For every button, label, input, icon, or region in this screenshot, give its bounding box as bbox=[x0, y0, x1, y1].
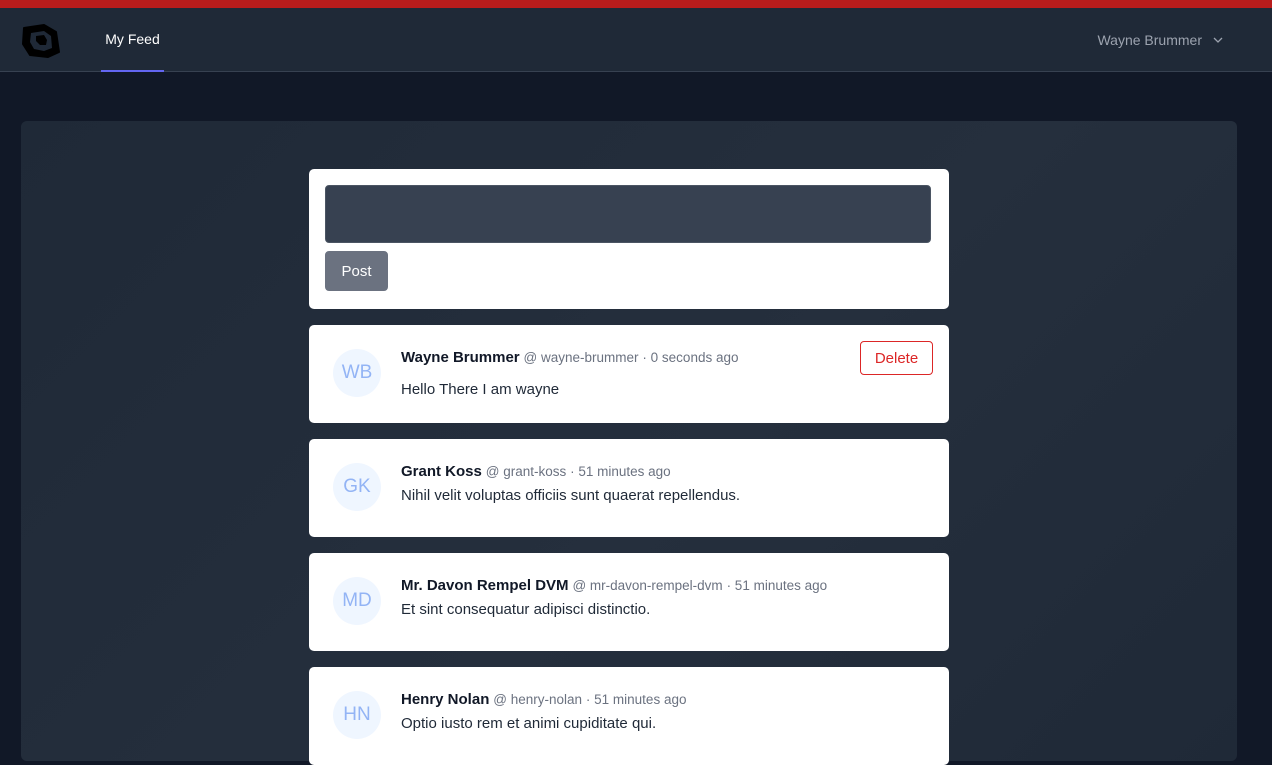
post-author[interactable]: Wayne Brummer bbox=[401, 349, 520, 366]
post-body: Hello There I am wayne bbox=[401, 381, 560, 398]
post-timestamp: · 51 minutes ago bbox=[726, 578, 828, 593]
user-menu[interactable]: Wayne Brummer bbox=[1097, 8, 1224, 72]
post-button[interactable]: Post bbox=[325, 251, 388, 291]
avatar[interactable]: HN bbox=[333, 691, 381, 739]
post-input[interactable] bbox=[325, 185, 931, 243]
post-author[interactable]: Henry Nolan bbox=[401, 691, 489, 708]
post-handle: @ henry-nolan bbox=[493, 692, 583, 707]
chevron-down-icon bbox=[1213, 37, 1223, 43]
post-composer: Post bbox=[309, 169, 949, 309]
tab-my-feed[interactable]: My Feed bbox=[101, 8, 164, 72]
post-timestamp: · 51 minutes ago bbox=[585, 692, 687, 707]
feed-post: HN Henry Nolan @ henry-nolan · 51 minute… bbox=[309, 667, 949, 765]
app-logo-icon[interactable] bbox=[20, 22, 62, 60]
post-body: Optio iusto rem et animi cupiditate qui. bbox=[401, 715, 657, 732]
post-handle: @ grant-koss bbox=[485, 464, 567, 479]
navbar: My Feed Wayne Brummer bbox=[0, 8, 1272, 72]
post-handle: @ wayne-brummer bbox=[523, 350, 639, 365]
post-body: Nihil velit voluptas officiis sunt quaer… bbox=[401, 487, 741, 504]
post-header: Henry Nolan @ henry-nolan · 51 minutes a… bbox=[401, 691, 686, 708]
post-header: Wayne Brummer @ wayne-brummer · 0 second… bbox=[401, 349, 738, 366]
post-handle: @ mr-davon-rempel-dvm bbox=[572, 578, 723, 593]
avatar[interactable]: WB bbox=[333, 349, 381, 397]
post-timestamp: · 0 seconds ago bbox=[642, 350, 739, 365]
avatar[interactable]: GK bbox=[333, 463, 381, 511]
post-header: Grant Koss @ grant-koss · 51 minutes ago bbox=[401, 463, 671, 480]
top-accent-strip bbox=[0, 0, 1272, 8]
post-author[interactable]: Mr. Davon Rempel DVM bbox=[401, 577, 569, 594]
feed-post: WB Wayne Brummer @ wayne-brummer · 0 sec… bbox=[309, 325, 949, 423]
feed-post: MD Mr. Davon Rempel DVM @ mr-davon-rempe… bbox=[309, 553, 949, 651]
user-menu-name: Wayne Brummer bbox=[1097, 32, 1202, 48]
feed-post: GK Grant Koss @ grant-koss · 51 minutes … bbox=[309, 439, 949, 537]
post-author[interactable]: Grant Koss bbox=[401, 463, 482, 480]
post-header: Mr. Davon Rempel DVM @ mr-davon-rempel-d… bbox=[401, 577, 827, 594]
post-timestamp: · 51 minutes ago bbox=[570, 464, 671, 479]
avatar[interactable]: MD bbox=[333, 577, 381, 625]
delete-post-button[interactable]: Delete bbox=[860, 341, 933, 375]
post-body: Et sint consequatur adipisci distinctio. bbox=[401, 601, 651, 618]
